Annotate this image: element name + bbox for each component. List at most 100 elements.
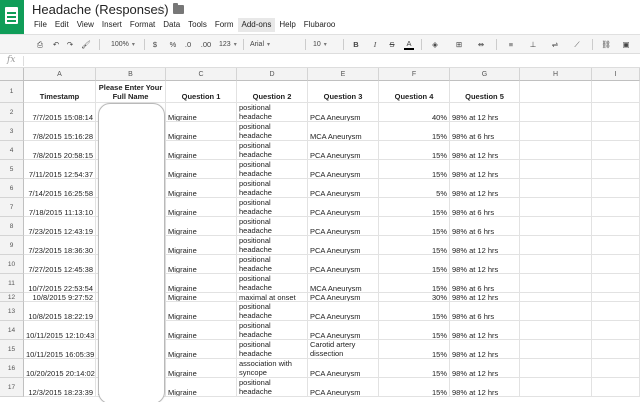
zoom-select[interactable]: 100% [111,38,135,51]
empty-cell[interactable] [520,340,592,359]
formula-input[interactable] [28,55,628,67]
menu-tools[interactable]: Tools [184,18,211,32]
table-cell[interactable]: positional headache [237,378,308,397]
table-cell[interactable]: Migraine [166,141,237,160]
redo-icon[interactable]: ↷ [64,38,76,51]
table-cell[interactable]: 98% at 12 hrs [450,378,520,397]
table-cell[interactable]: 15% [379,141,450,160]
table-cell[interactable]: Migraine [166,160,237,179]
column-header-e[interactable]: E [308,68,379,81]
row-header[interactable]: 10 [0,255,24,274]
empty-cell[interactable] [592,293,640,302]
empty-cell[interactable] [592,198,640,217]
menu-add-ons[interactable]: Add-ons [237,18,276,32]
table-cell[interactable]: positional headache [237,160,308,179]
empty-cell[interactable] [520,103,592,122]
header-cell[interactable]: Question 2 [237,81,308,103]
currency-button[interactable]: $ [150,38,160,51]
empty-cell[interactable] [592,340,640,359]
row-header[interactable]: 2 [0,103,24,122]
sheets-logo-icon[interactable] [0,0,24,34]
table-cell[interactable]: Migraine [166,198,237,217]
column-header-c[interactable]: C [166,68,237,81]
row-header[interactable]: 3 [0,122,24,141]
row-header[interactable]: 8 [0,217,24,236]
table-cell[interactable]: 12/3/2015 18:23:39 [24,378,96,397]
row-header[interactable]: 15 [0,340,24,359]
document-title[interactable]: Headache (Responses) [32,2,169,17]
table-cell[interactable]: positional headache [237,255,308,274]
table-cell[interactable]: positional headache [237,302,308,321]
row-header[interactable]: 16 [0,359,24,378]
table-cell[interactable]: 15% [379,274,450,293]
paint-format-icon[interactable]: 🖌 [80,38,92,51]
table-cell[interactable]: maximal at onset [237,293,308,302]
table-cell[interactable]: MCA Aneurysm [308,274,379,293]
merge-cells-icon[interactable]: ⇹ [474,38,488,51]
text-wrap-icon[interactable]: ⇌ [548,38,562,51]
table-cell[interactable]: Migraine [166,274,237,293]
empty-cell[interactable] [520,321,592,340]
table-cell[interactable]: PCA Aneurysm [308,255,379,274]
table-cell[interactable]: 15% [379,236,450,255]
row-header[interactable]: 5 [0,160,24,179]
comment-icon[interactable]: ▣ [619,38,633,51]
table-cell[interactable]: 10/8/2015 18:22:19 [24,302,96,321]
table-cell[interactable]: PCA Aneurysm [308,198,379,217]
table-cell[interactable]: 98% at 12 hrs [450,340,520,359]
menu-insert[interactable]: Insert [98,18,126,32]
increase-decimal-button[interactable]: .00 [198,38,214,51]
table-cell[interactable]: PCA Aneurysm [308,302,379,321]
row-header[interactable]: 4 [0,141,24,160]
row-header[interactable]: 1 [0,81,24,103]
table-cell[interactable]: PCA Aneurysm [308,103,379,122]
vertical-align-icon[interactable]: ⊥ [526,38,540,51]
table-cell[interactable]: 15% [379,255,450,274]
table-cell[interactable]: 15% [379,217,450,236]
table-cell[interactable]: PCA Aneurysm [308,378,379,397]
table-cell[interactable]: 98% at 6 hrs [450,302,520,321]
table-cell[interactable]: 7/18/2015 11:13:10 [24,198,96,217]
empty-cell[interactable] [520,236,592,255]
table-cell[interactable]: 98% at 6 hrs [450,198,520,217]
table-cell[interactable]: PCA Aneurysm [308,321,379,340]
column-header-b[interactable]: B [96,68,166,81]
empty-cell[interactable] [592,217,640,236]
table-cell[interactable]: 10/20/2015 20:14:02 [24,359,96,378]
italic-button[interactable]: I [370,38,380,51]
menu-flubaroo[interactable]: Flubaroo [300,18,340,32]
table-cell[interactable]: 98% at 6 hrs [450,122,520,141]
table-cell[interactable]: 7/27/2015 12:45:38 [24,255,96,274]
table-cell[interactable]: 40% [379,103,450,122]
empty-cell[interactable] [592,274,640,293]
header-cell[interactable]: Please Enter Your Full Name [96,81,166,103]
fill-color-icon[interactable]: ◈ [428,38,442,51]
table-cell[interactable]: PCA Aneurysm [308,179,379,198]
table-cell[interactable]: Carotid artery dissection [308,340,379,359]
table-cell[interactable]: positional headache [237,236,308,255]
font-size-select[interactable]: 10 [313,38,327,51]
table-cell[interactable]: 98% at 12 hrs [450,359,520,378]
strikethrough-button[interactable]: S [387,38,397,51]
text-color-button[interactable]: A [404,38,414,50]
table-cell[interactable]: 98% at 12 hrs [450,236,520,255]
empty-cell[interactable] [520,217,592,236]
empty-cell[interactable] [592,378,640,397]
table-cell[interactable]: Migraine [166,217,237,236]
empty-cell[interactable] [592,302,640,321]
table-cell[interactable]: positional headache [237,321,308,340]
table-cell[interactable]: Migraine [166,293,237,302]
column-header-f[interactable]: F [379,68,450,81]
borders-icon[interactable]: ⊞ [452,38,466,51]
row-header[interactable]: 12 [0,293,24,302]
text-rotation-icon[interactable]: ⟋ [570,38,584,51]
table-cell[interactable]: 98% at 12 hrs [450,160,520,179]
decrease-decimal-button[interactable]: .0 [182,38,194,51]
undo-icon[interactable]: ↶ [50,38,62,51]
table-cell[interactable]: 98% at 12 hrs [450,255,520,274]
table-cell[interactable]: 5% [379,179,450,198]
empty-cell[interactable] [520,141,592,160]
table-cell[interactable]: positional headache [237,217,308,236]
table-cell[interactable]: 7/23/2015 12:43:19 [24,217,96,236]
table-cell[interactable]: Migraine [166,378,237,397]
